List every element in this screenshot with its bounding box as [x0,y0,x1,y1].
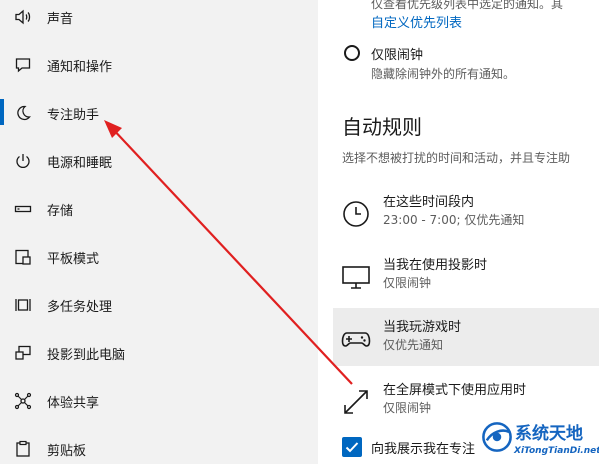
auto-rules-desc: 选择不想被打扰的时间和活动，并且专注助 [342,151,571,165]
rule-when-gaming[interactable]: 当我玩游戏时 仅优先通知 [333,308,599,366]
sidebar-item-label: 多任务处理 [47,299,113,315]
watermark-url: XiTongTianDi.net [514,446,599,456]
gamepad-icon [341,332,371,347]
project-icon [12,342,34,364]
rule-when-projecting[interactable]: 当我在使用投影时 仅限闹钟 [333,246,599,304]
sidebar-item-shared-experiences[interactable]: 体验共享 [0,377,318,425]
sidebar-item-project-to-pc[interactable]: 投影到此电脑 [0,329,318,377]
shared-experiences-icon [12,390,34,412]
show-summary-label: 向我展示我在专注 [371,442,476,457]
focus-assist-panel: 仅查看优先级列表中选定的通知。其 自定义优先列表 仅限闹钟 隐藏除闹钟外的所有通… [318,0,599,464]
sidebar-item-tablet-mode[interactable]: 平板模式 [0,233,318,281]
sidebar-item-label: 剪贴板 [47,443,87,459]
multitasking-icon [12,294,34,316]
rule-subtitle: 23:00 - 7:00; 仅优先通知 [383,213,525,227]
sidebar-item-label: 电源和睡眠 [47,155,113,171]
alarms-only-desc: 隐藏除闹钟外的所有通知。 [371,67,516,81]
sidebar-item-label: 投影到此电脑 [47,347,126,363]
clipboard-icon [12,438,34,460]
sidebar-item-label: 专注助手 [47,107,100,123]
storage-icon [12,198,34,220]
alarms-only-label: 仅限闹钟 [371,48,424,63]
sidebar-item-focus-assist[interactable]: 专注助手 [0,89,318,137]
priority-only-desc: 仅查看优先级列表中选定的通知。其 [371,0,564,11]
checkmark-icon [345,442,359,453]
sidebar-item-label: 声音 [47,11,74,27]
moon-icon [12,102,34,124]
fullscreen-icon [344,390,368,414]
sidebar-item-label: 体验共享 [47,395,100,411]
watermark: 系统天地 XiTongTianDi.net [478,414,599,464]
rule-title: 在这些时间段内 [383,195,475,210]
show-summary-checkbox[interactable] [342,437,362,457]
customize-priority-list-link[interactable]: 自定义优先列表 [371,12,462,31]
sidebar-item-label: 存储 [47,203,74,219]
sidebar-item-power-sleep[interactable]: 电源和睡眠 [0,137,318,185]
speaker-icon [12,6,34,28]
sidebar-item-multitasking[interactable]: 多任务处理 [0,281,318,329]
sidebar-item-storage[interactable]: 存储 [0,185,318,233]
rule-subtitle: 仅优先通知 [383,338,444,352]
rule-title: 当我在使用投影时 [383,258,488,273]
sidebar-item-notifications[interactable]: 通知和操作 [0,41,318,89]
alarms-only-radio[interactable] [344,45,360,61]
selection-indicator [0,99,4,125]
rule-title: 当我玩游戏时 [383,320,462,335]
rule-title: 在全屏模式下使用应用时 [383,383,527,398]
sidebar-item-clipboard[interactable]: 剪贴板 [0,425,318,473]
sidebar-item-sound[interactable]: 声音 [0,0,318,41]
rule-subtitle: 仅限闹钟 [383,401,432,415]
sidebar-item-label: 通知和操作 [47,59,113,75]
watermark-logo-icon [482,422,512,452]
power-icon [12,150,34,172]
rule-subtitle: 仅限闹钟 [383,276,432,290]
settings-sidebar: 声音 通知和操作 专注助手 电源和睡眠 存储 平板模式 多任务处理 投影到此电脑… [0,0,318,464]
clock-icon [343,201,369,227]
notification-icon [12,54,34,76]
sidebar-item-label: 平板模式 [47,251,100,267]
rule-during-these-times[interactable]: 在这些时间段内 23:00 - 7:00; 仅优先通知 [333,183,599,241]
tablet-mode-icon [12,246,34,268]
monitor-icon [342,266,370,289]
auto-rules-heading: 自动规则 [342,115,422,139]
watermark-text: 系统天地 [515,424,583,444]
